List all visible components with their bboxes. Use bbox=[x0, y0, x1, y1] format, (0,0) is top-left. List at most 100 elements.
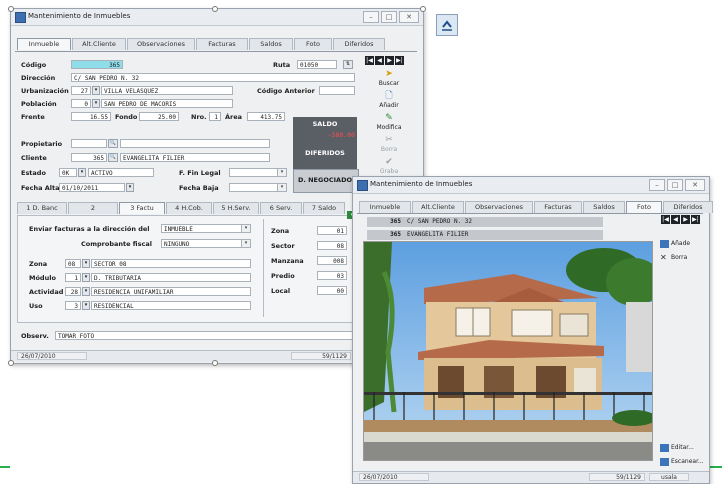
first-record-button[interactable]: |◀ bbox=[365, 56, 374, 65]
subtab-hcob[interactable]: 4 H.Cob. bbox=[166, 202, 212, 214]
last-record-button[interactable]: ▶| bbox=[691, 215, 700, 224]
estado-field[interactable]: ACTIVO bbox=[88, 168, 154, 177]
propietario-code-field[interactable] bbox=[71, 139, 107, 148]
right-manzana-field[interactable]: 008 bbox=[317, 256, 347, 265]
frente-field[interactable]: 16.55 bbox=[71, 112, 111, 121]
tab-facturas[interactable]: Facturas bbox=[196, 38, 248, 50]
tab-facturas[interactable]: Facturas bbox=[534, 201, 582, 213]
fechabaja-field[interactable]: ▾ bbox=[229, 183, 287, 192]
nro-field[interactable]: 1 bbox=[209, 112, 221, 121]
fechabaja-dropdown-icon[interactable]: ▾ bbox=[277, 184, 286, 191]
tab-foto[interactable]: Foto bbox=[626, 201, 662, 213]
ffinlegal-field[interactable]: ▾ bbox=[229, 168, 287, 177]
area-field[interactable]: 413.75 bbox=[247, 112, 285, 121]
subtab-hserv[interactable]: 5 H.Serv. bbox=[213, 202, 259, 214]
propietario-field[interactable] bbox=[120, 139, 270, 148]
graba-button[interactable]: ✔ Graba bbox=[369, 157, 409, 177]
tab-inmueble[interactable]: Inmueble bbox=[17, 38, 71, 50]
close-button[interactable]: ✕ bbox=[399, 11, 419, 23]
modulo-dropdown-icon[interactable]: ▾ bbox=[82, 273, 90, 282]
buscar-button[interactable]: ➤ Buscar bbox=[369, 69, 409, 89]
tab-observaciones[interactable]: Observaciones bbox=[127, 38, 195, 50]
tab-foto[interactable]: Foto bbox=[294, 38, 332, 50]
next-record-button[interactable]: ▶ bbox=[681, 215, 690, 224]
uso-field[interactable]: RESIDENCIAL bbox=[91, 301, 251, 310]
direccion-field[interactable]: C/ SAN PEDRO N. 32 bbox=[71, 73, 355, 82]
poblacion-dropdown-icon[interactable]: ▾ bbox=[92, 99, 100, 108]
last-record-button[interactable]: ▶| bbox=[395, 56, 404, 65]
actividad-field[interactable]: RESIDENCIA UNIFAMILIAR bbox=[91, 287, 251, 296]
urbanizacion-dropdown-icon[interactable]: ▾ bbox=[92, 86, 100, 95]
fondo-field[interactable]: 25.00 bbox=[139, 112, 179, 121]
subtab-recogida[interactable]: 2 Recogida bbox=[68, 202, 118, 223]
subtab-factu[interactable]: 3 Factu bbox=[119, 202, 165, 214]
modulo-field[interactable]: D. TRIBUTARIA bbox=[91, 273, 251, 282]
editar-button[interactable]: Editar... bbox=[659, 443, 707, 453]
anade-button[interactable]: Añade bbox=[659, 239, 703, 249]
codigo-field[interactable]: 365 bbox=[71, 60, 123, 69]
borra-button[interactable]: ✂ Borra bbox=[369, 135, 409, 155]
resize-handle[interactable] bbox=[212, 6, 218, 12]
comprobante-dropdown-icon[interactable]: ▾ bbox=[241, 240, 250, 247]
cliente-search-icon[interactable]: 🔍 bbox=[108, 153, 118, 162]
collapse-tool-button[interactable] bbox=[436, 14, 458, 36]
ruta-field[interactable]: 01050 bbox=[297, 60, 337, 69]
right-sector-field[interactable]: 08 bbox=[317, 241, 347, 250]
fechaalta-dropdown-icon[interactable]: ▾ bbox=[126, 183, 134, 192]
uso-dropdown-icon[interactable]: ▾ bbox=[82, 301, 90, 310]
subtab-saldo[interactable]: 7 Saldo bbox=[303, 202, 345, 214]
urbanizacion-field[interactable]: VILLA VELASQUEZ bbox=[101, 86, 233, 95]
tab-diferidos[interactable]: Diferidos bbox=[663, 201, 713, 213]
tab-saldos[interactable]: Saldos bbox=[583, 201, 625, 213]
subtab-serv[interactable]: 6 Serv. bbox=[260, 202, 302, 214]
minimize-button[interactable]: – bbox=[649, 179, 665, 191]
prev-record-button[interactable]: ◀ bbox=[671, 215, 680, 224]
ruta-spin-icon[interactable]: ⇅ bbox=[343, 60, 353, 69]
tab-observaciones[interactable]: Observaciones bbox=[465, 201, 533, 213]
zona-code-field[interactable]: 08 bbox=[65, 259, 81, 268]
poblacion-field[interactable]: SAN PEDRO DE MACORIS bbox=[101, 99, 233, 108]
right-zona-field[interactable]: 01 bbox=[317, 226, 347, 235]
comprobante-combo[interactable]: NINGUNO ▾ bbox=[161, 239, 251, 248]
fechaalta-field[interactable]: 01/10/2011 bbox=[59, 183, 125, 192]
maximize-button[interactable]: □ bbox=[381, 11, 397, 23]
tab-inmueble[interactable]: Inmueble bbox=[359, 201, 411, 213]
minimize-button[interactable]: – bbox=[363, 11, 379, 23]
estado-dropdown-icon[interactable]: ▾ bbox=[78, 168, 86, 177]
enviar-combo[interactable]: INMUEBLE ▾ bbox=[161, 224, 251, 233]
actividad-code-field[interactable]: 28 bbox=[65, 287, 81, 296]
enviar-dropdown-icon[interactable]: ▾ bbox=[241, 225, 250, 232]
cliente-code-field[interactable]: 365 bbox=[71, 153, 107, 162]
ffinlegal-dropdown-icon[interactable]: ▾ bbox=[277, 169, 286, 176]
modulo-code-field[interactable]: 1 bbox=[65, 273, 81, 282]
resize-handle[interactable] bbox=[212, 360, 218, 366]
codigo-anterior-field[interactable] bbox=[319, 86, 355, 95]
urbanizacion-code-field[interactable]: 27 bbox=[71, 86, 91, 95]
resize-handle[interactable] bbox=[8, 360, 14, 366]
first-record-button[interactable]: |◀ bbox=[661, 215, 670, 224]
zona-dropdown-icon[interactable]: ▾ bbox=[82, 259, 90, 268]
tab-alt-cliente[interactable]: Alt.Cliente bbox=[72, 38, 126, 50]
maximize-button[interactable]: □ bbox=[667, 179, 683, 191]
right-local-field[interactable]: 00 bbox=[317, 286, 347, 295]
modifica-button[interactable]: ✎ Modifica bbox=[369, 113, 409, 133]
prev-record-button[interactable]: ◀ bbox=[375, 56, 384, 65]
anadir-button[interactable]: 🗋 Añadir bbox=[369, 91, 409, 111]
subtab-banc[interactable]: 1 D. Banc bbox=[17, 202, 67, 214]
uso-code-field[interactable]: 3 bbox=[65, 301, 81, 310]
borra-button[interactable]: ✕ Borra bbox=[659, 253, 703, 263]
close-button[interactable]: ✕ bbox=[685, 179, 705, 191]
propietario-search-icon[interactable]: 🔍 bbox=[108, 139, 118, 148]
resize-handle[interactable] bbox=[420, 6, 426, 12]
zona-field[interactable]: SECTOR 08 bbox=[91, 259, 251, 268]
actividad-dropdown-icon[interactable]: ▾ bbox=[82, 287, 90, 296]
escanear-button[interactable]: Escanear... bbox=[659, 457, 707, 467]
cliente-field[interactable]: EVANGELITA FILIER bbox=[120, 153, 270, 162]
tab-saldos[interactable]: Saldos bbox=[249, 38, 293, 50]
estado-code-field[interactable]: 0K bbox=[59, 168, 77, 177]
tab-diferidos[interactable]: Diferidos bbox=[333, 38, 385, 50]
tab-alt-cliente[interactable]: Alt.Cliente bbox=[412, 201, 464, 213]
observ-field[interactable]: TOMAR FOTO bbox=[55, 331, 355, 340]
right-predio-field[interactable]: 03 bbox=[317, 271, 347, 280]
next-record-button[interactable]: ▶ bbox=[385, 56, 394, 65]
